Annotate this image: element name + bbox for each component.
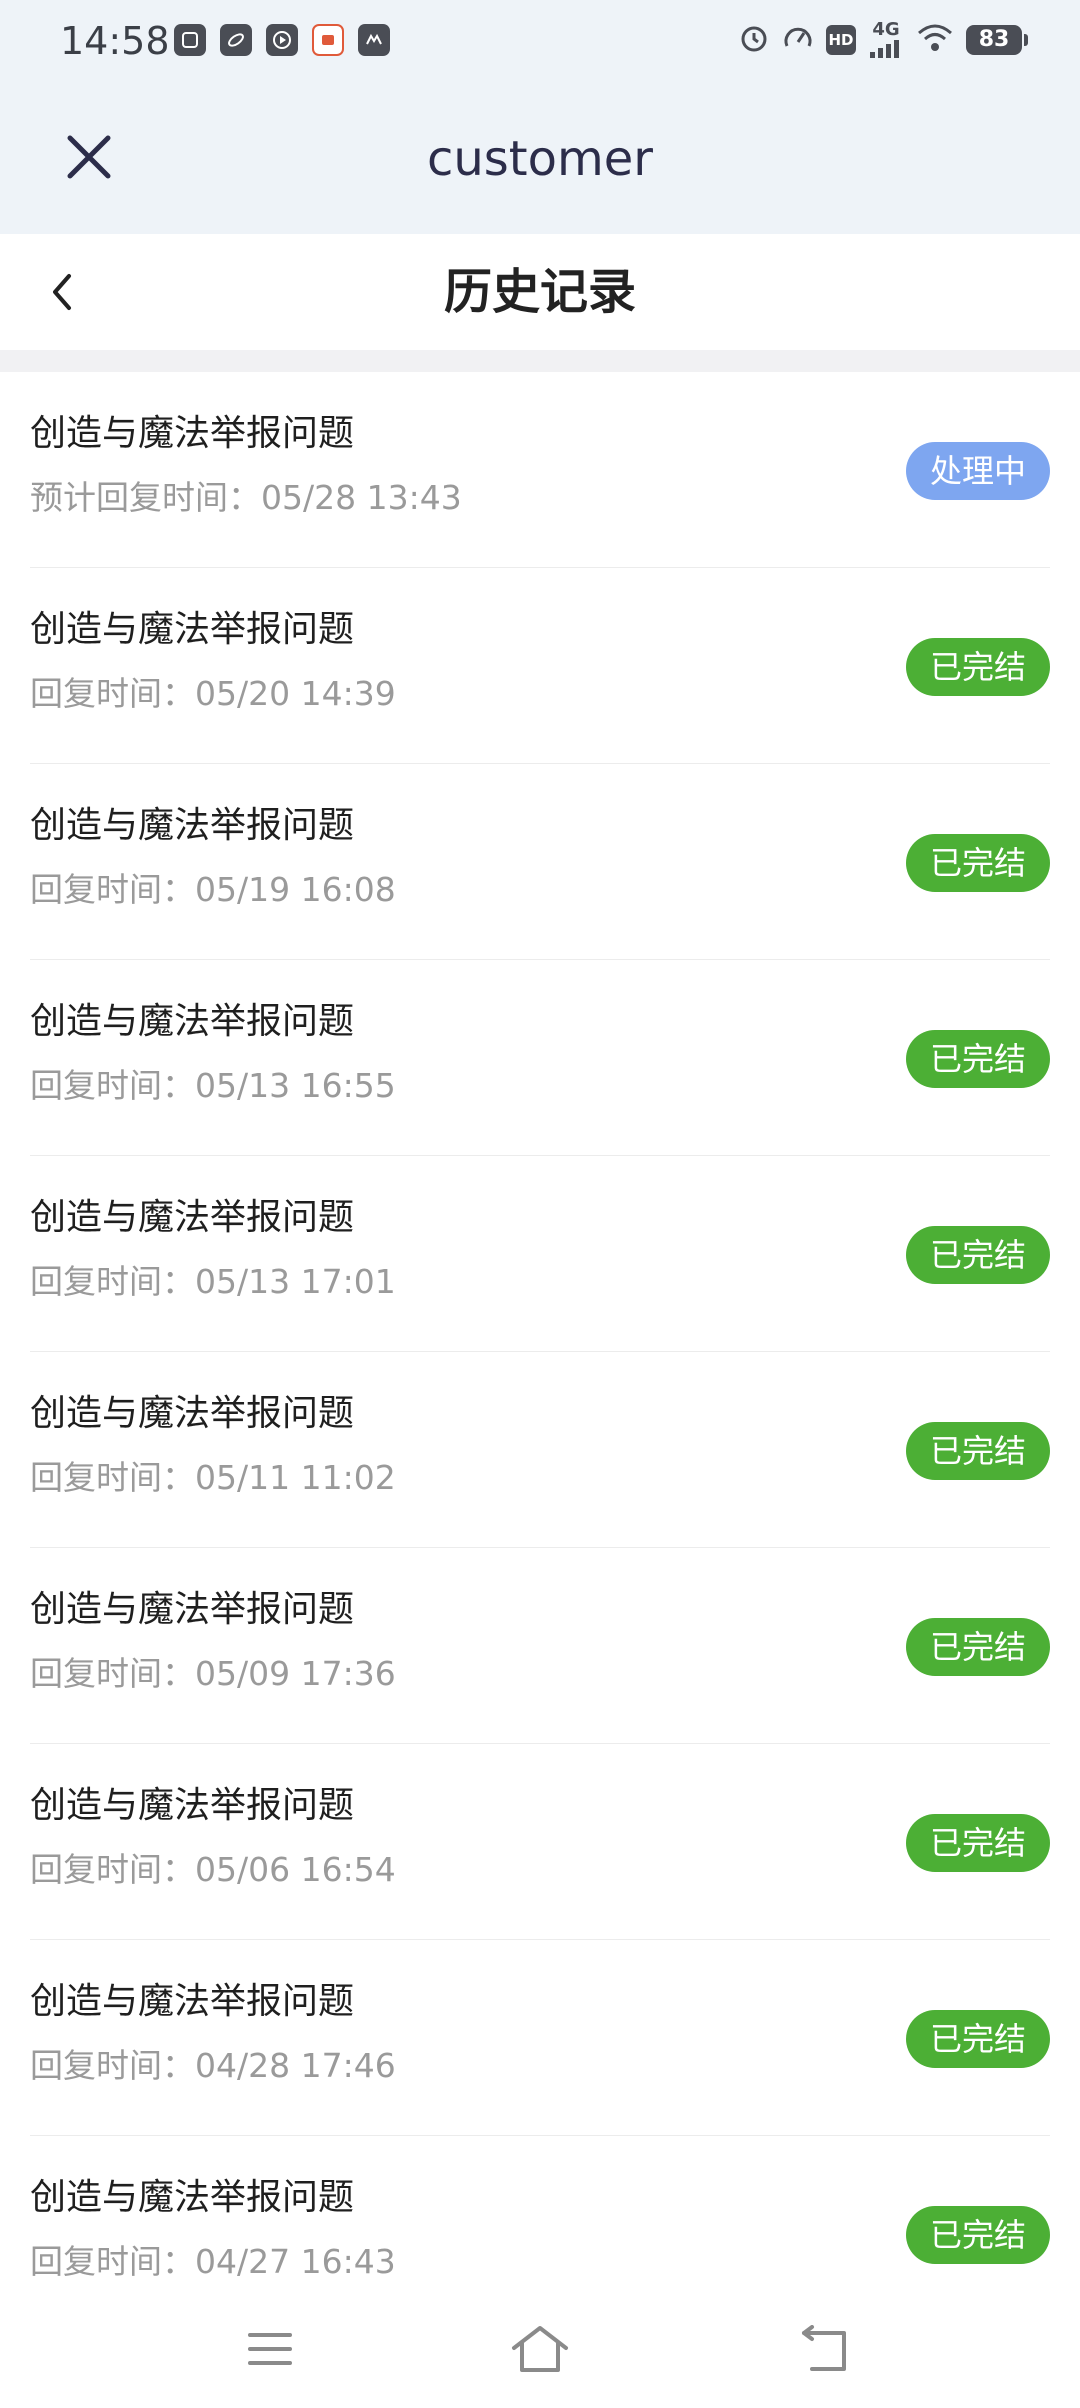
record-time: 回复时间：05/06 16:54: [30, 1850, 396, 1889]
nav-back-button[interactable]: [790, 2314, 860, 2384]
status-badge: 已完结: [906, 2010, 1050, 2068]
status-badge: 处理中: [906, 442, 1050, 500]
status-badge: 已完结: [906, 1618, 1050, 1676]
list-item[interactable]: 创造与魔法举报问题 回复时间：04/28 17:46 已完结: [30, 1940, 1050, 2136]
status-time: 14:58: [60, 19, 170, 63]
divider: [0, 350, 1080, 372]
record-time: 回复时间：04/28 17:46: [30, 2046, 396, 2085]
list-item[interactable]: 创造与魔法举报问题 预计回复时间：05/28 13:43 处理中: [30, 372, 1050, 568]
battery-icon: 83: [966, 25, 1028, 55]
app-icon: [174, 24, 206, 56]
record-time: 回复时间：05/09 17:36: [30, 1654, 396, 1693]
alarm-icon: [738, 22, 770, 58]
record-time: 回复时间：05/19 16:08: [30, 870, 396, 909]
nav-bar: 历史记录: [0, 234, 1080, 350]
app-icon: [358, 24, 390, 56]
record-title: 创造与魔法举报问题: [30, 1981, 355, 2022]
record-title: 创造与魔法举报问题: [30, 1197, 355, 1238]
status-badge: 已完结: [906, 834, 1050, 892]
app-icon: [220, 24, 252, 56]
record-time: 回复时间：05/20 14:39: [30, 674, 396, 713]
record-time: 预计回复时间：05/28 13:43: [30, 478, 462, 517]
back-icon: [802, 2325, 846, 2371]
network-type: 4G: [872, 19, 900, 40]
status-badge: 已完结: [906, 1422, 1050, 1480]
app-icon: [312, 24, 344, 56]
menu-button[interactable]: [235, 2314, 305, 2384]
speed-icon: [782, 22, 814, 58]
wifi-icon: [916, 23, 954, 57]
menu-icon: [248, 2333, 292, 2365]
signal-icon: 4G: [868, 19, 904, 58]
list-item[interactable]: 创造与魔法举报问题 回复时间：05/13 16:55 已完结: [30, 960, 1050, 1156]
system-nav-bar: [0, 2288, 1080, 2408]
record-title: 创造与魔法举报问题: [30, 1001, 355, 1042]
play-icon: [266, 24, 298, 56]
record-title: 创造与魔法举报问题: [30, 2177, 355, 2218]
list-item[interactable]: 创造与魔法举报问题 回复时间：05/09 17:36 已完结: [30, 1548, 1050, 1744]
record-title: 创造与魔法举报问题: [30, 1785, 355, 1826]
record-title: 创造与魔法举报问题: [30, 805, 355, 846]
record-title: 创造与魔法举报问题: [30, 1393, 355, 1434]
record-title: 创造与魔法举报问题: [30, 609, 355, 650]
list-item[interactable]: 创造与魔法举报问题 回复时间：05/06 16:54 已完结: [30, 1744, 1050, 1940]
record-title: 创造与魔法举报问题: [30, 1589, 355, 1630]
list-item[interactable]: 创造与魔法举报问题 回复时间：05/11 11:02 已完结: [30, 1352, 1050, 1548]
record-time: 回复时间：05/11 11:02: [30, 1458, 396, 1497]
page-title: 历史记录: [443, 264, 636, 320]
record-list: 创造与魔法举报问题 预计回复时间：05/28 13:43 处理中 创造与魔法举报…: [0, 372, 1080, 2332]
status-badge: 已完结: [906, 2206, 1050, 2264]
list-item[interactable]: 创造与魔法举报问题 回复时间：05/13 17:01 已完结: [30, 1156, 1050, 1352]
status-bar: 14:58 HD 4G 83: [0, 0, 1080, 82]
status-badge: 已完结: [906, 1814, 1050, 1872]
status-badge: 已完结: [906, 638, 1050, 696]
record-time: 回复时间：04/27 16:43: [30, 2242, 396, 2281]
hd-badge: HD: [826, 25, 856, 55]
record-time: 回复时间：05/13 17:01: [30, 1262, 396, 1301]
record-title: 创造与魔法举报问题: [30, 413, 355, 454]
record-time: 回复时间：05/13 16:55: [30, 1066, 396, 1105]
status-badge: 已完结: [906, 1030, 1050, 1088]
home-icon: [512, 2326, 568, 2372]
list-item[interactable]: 创造与魔法举报问题 回复时间：05/19 16:08 已完结: [30, 764, 1050, 960]
status-indicators: HD 4G 83: [738, 19, 1028, 58]
app-header: customer: [0, 82, 1080, 234]
home-button[interactable]: [505, 2314, 575, 2384]
status-app-icons: [174, 24, 390, 56]
status-badge: 已完结: [906, 1226, 1050, 1284]
app-title: customer: [426, 131, 654, 187]
list-item[interactable]: 创造与魔法举报问题 回复时间：05/20 14:39 已完结: [30, 568, 1050, 764]
